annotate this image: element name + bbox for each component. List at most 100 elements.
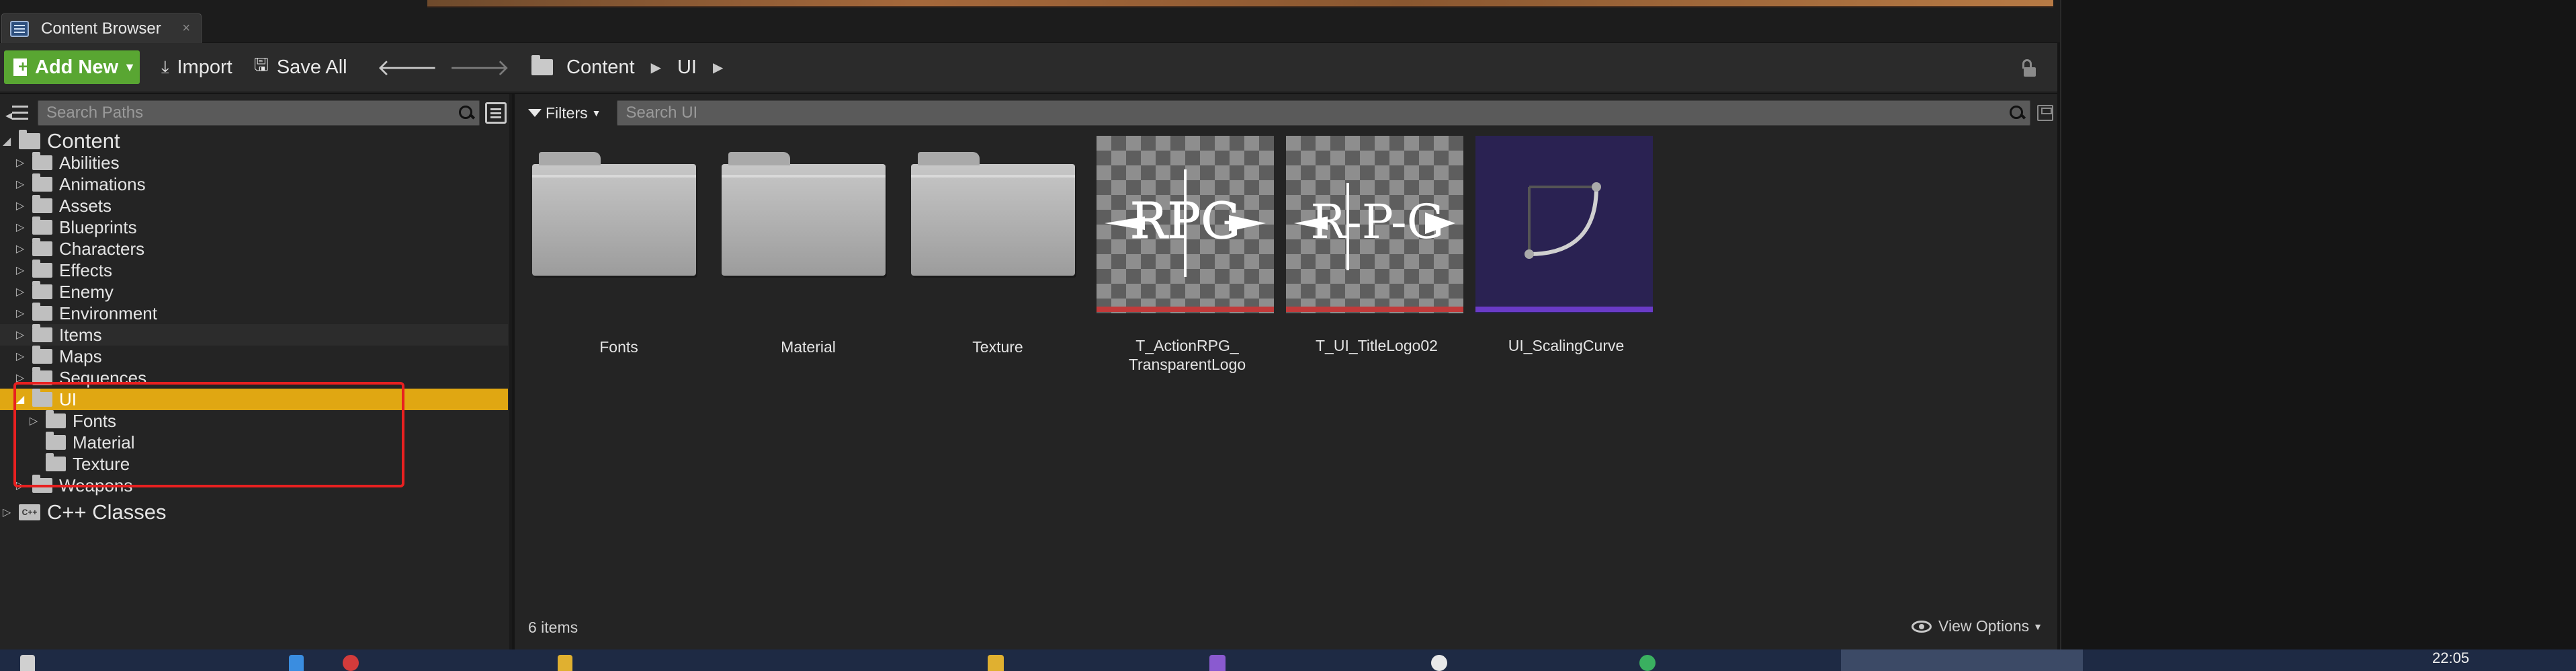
breadcrumb-ui[interactable]: UI	[677, 56, 697, 79]
tab-content-browser[interactable]: Content Browser ×	[1, 13, 202, 43]
collapsed-arrow-icon[interactable]: ▷	[13, 199, 27, 212]
tree-item-label: Enemy	[59, 281, 114, 302]
collapsed-arrow-icon[interactable]: ▷	[13, 350, 27, 363]
search-assets-input[interactable]	[626, 104, 2008, 122]
annotation-highlight	[13, 382, 404, 487]
tree-item-label: C++ Classes	[47, 500, 167, 524]
view-options-label: View Options	[1938, 617, 2030, 635]
windows-start-icon[interactable]	[20, 655, 35, 671]
taskbar: 22:05	[0, 649, 2576, 671]
app-icon[interactable]	[988, 655, 1004, 671]
content-browser-icon	[10, 20, 29, 37]
collapsed-arrow-icon[interactable]: ▷	[13, 242, 27, 255]
folder-icon	[32, 195, 52, 213]
asset-tile-scaling-curve[interactable]: UI_ScalingCurve	[1475, 136, 1657, 355]
folder-icon	[32, 238, 52, 256]
tree-item-effects[interactable]: ▷ Effects	[0, 260, 508, 281]
tree-item-cpp-classes[interactable]: ▷ C++ C++ Classes	[0, 500, 508, 524]
collapse-sources-icon[interactable]: ◂	[5, 100, 31, 126]
asset-tile-texture[interactable]: Texture	[907, 137, 1088, 356]
history-nav: 🡐 🡒	[377, 54, 521, 81]
tab-label: Content Browser	[41, 19, 161, 38]
tree-item-abilities[interactable]: ▷ Abilities	[0, 152, 508, 173]
app-icon[interactable]	[1639, 655, 1656, 671]
asset-tile-title-logo[interactable]: R-P-G T_UI_TitleLogo02	[1286, 136, 1467, 355]
collapsed-arrow-icon[interactable]: ▷	[13, 307, 27, 320]
save-search-icon[interactable]	[2037, 105, 2053, 121]
tree-item-label: Content	[47, 129, 120, 153]
rpg-logo-icon: RPG	[1105, 169, 1266, 277]
asset-name: Texture	[972, 338, 1023, 356]
folder-icon	[32, 303, 52, 321]
asset-name: UI_ScalingCurve	[1508, 337, 1625, 354]
app-icon[interactable]	[1209, 655, 1226, 671]
title-strip: Content Browser ×	[0, 0, 2063, 43]
lock-icon[interactable]	[2021, 59, 2037, 77]
import-label: Import	[177, 56, 232, 78]
tree-item-label: Animations	[59, 173, 146, 194]
search-paths-input[interactable]	[46, 104, 458, 122]
collapsed-arrow-icon[interactable]: ▷	[13, 264, 27, 277]
collapsed-arrow-icon[interactable]: ▷	[13, 221, 27, 234]
collapsed-arrow-icon[interactable]: ▷	[13, 177, 27, 191]
asset-name: T_ActionRPG_ TransparentLogo	[1128, 337, 1246, 373]
forward-arrow-icon[interactable]: 🡒	[449, 54, 510, 81]
collapsed-arrow-icon[interactable]: ▷	[0, 506, 13, 519]
collapsed-arrow-icon[interactable]: ▷	[13, 285, 27, 299]
save-all-label: Save All	[276, 56, 347, 78]
clock: 22:05	[2432, 649, 2470, 666]
import-button[interactable]: ⤓ Import	[161, 56, 232, 79]
tree-item-environment[interactable]: ▷ Environment	[0, 303, 508, 324]
tree-item-label: Environment	[59, 303, 157, 323]
breadcrumb-separator-icon[interactable]: ▶	[651, 59, 661, 76]
breadcrumb-separator-icon[interactable]: ▶	[713, 59, 723, 76]
folder-icon	[531, 55, 554, 75]
app-icon[interactable]	[289, 655, 304, 671]
back-arrow-icon[interactable]: 🡐	[377, 54, 438, 81]
search-icon[interactable]	[2008, 104, 2026, 122]
asset-tile-fonts[interactable]: Fonts	[528, 137, 710, 356]
breadcrumb: Content ▶ UI ▶	[531, 55, 739, 79]
active-app-slot[interactable]	[1841, 649, 2083, 671]
tree-item-assets[interactable]: ▷ Assets	[0, 195, 508, 216]
tree-item-label: Abilities	[59, 152, 120, 173]
texture-thumbnail: RPG	[1097, 136, 1278, 317]
expanded-arrow-icon[interactable]: ◢	[0, 134, 13, 148]
curve-icon	[1525, 182, 1601, 259]
search-icon[interactable]	[458, 104, 475, 122]
collapsed-arrow-icon[interactable]: ▷	[13, 328, 27, 342]
chevron-down-icon: ▼	[124, 60, 136, 74]
tree-item-enemy[interactable]: ▷ Enemy	[0, 281, 508, 303]
filter-icon	[528, 109, 542, 117]
breadcrumb-content[interactable]: Content	[566, 56, 635, 79]
tree-item-blueprints[interactable]: ▷ Blueprints	[0, 216, 508, 238]
folder-app-icon[interactable]	[558, 655, 572, 671]
asset-filter-row: Filters ▼	[528, 100, 2053, 126]
folder-icon	[32, 281, 52, 299]
tree-item-maps[interactable]: ▷ Maps	[0, 346, 508, 367]
asset-name: Material	[781, 338, 836, 356]
filters-button[interactable]: Filters ▼	[528, 104, 601, 122]
app-icon[interactable]	[343, 655, 359, 671]
close-icon[interactable]: ×	[182, 21, 190, 36]
asset-tile-material[interactable]: Material	[718, 137, 899, 356]
tree-item-characters[interactable]: ▷ Characters	[0, 238, 508, 260]
paths-panel: ◂ ◢ Content ▷ Abilities ▷ Animati	[0, 94, 512, 649]
path-view-options-icon[interactable]	[485, 102, 507, 124]
save-all-button[interactable]: 🖫 Save All	[254, 52, 347, 82]
app-icon[interactable]	[1431, 655, 1447, 671]
tree-item-items[interactable]: ▷ Items	[0, 324, 508, 346]
folder-icon	[32, 346, 52, 364]
folder-thumbnail	[907, 137, 1088, 319]
asset-tile-actionrpg-logo[interactable]: RPG T_ActionRPG_ TransparentLogo	[1097, 136, 1278, 374]
collapsed-arrow-icon[interactable]: ▷	[13, 156, 27, 169]
tree-item-content[interactable]: ◢ Content	[0, 129, 508, 153]
logo-text: R-P-G	[1310, 194, 1444, 249]
tree-item-animations[interactable]: ▷ Animations	[0, 173, 508, 195]
view-options-button[interactable]: View Options ▼	[1912, 617, 2043, 635]
path-search-row: ◂	[5, 100, 507, 126]
add-new-button[interactable]: Add New ▼	[4, 50, 140, 84]
folder-icon	[32, 152, 52, 170]
asset-name: T_UI_TitleLogo02	[1316, 337, 1438, 354]
folder-icon	[32, 173, 52, 192]
